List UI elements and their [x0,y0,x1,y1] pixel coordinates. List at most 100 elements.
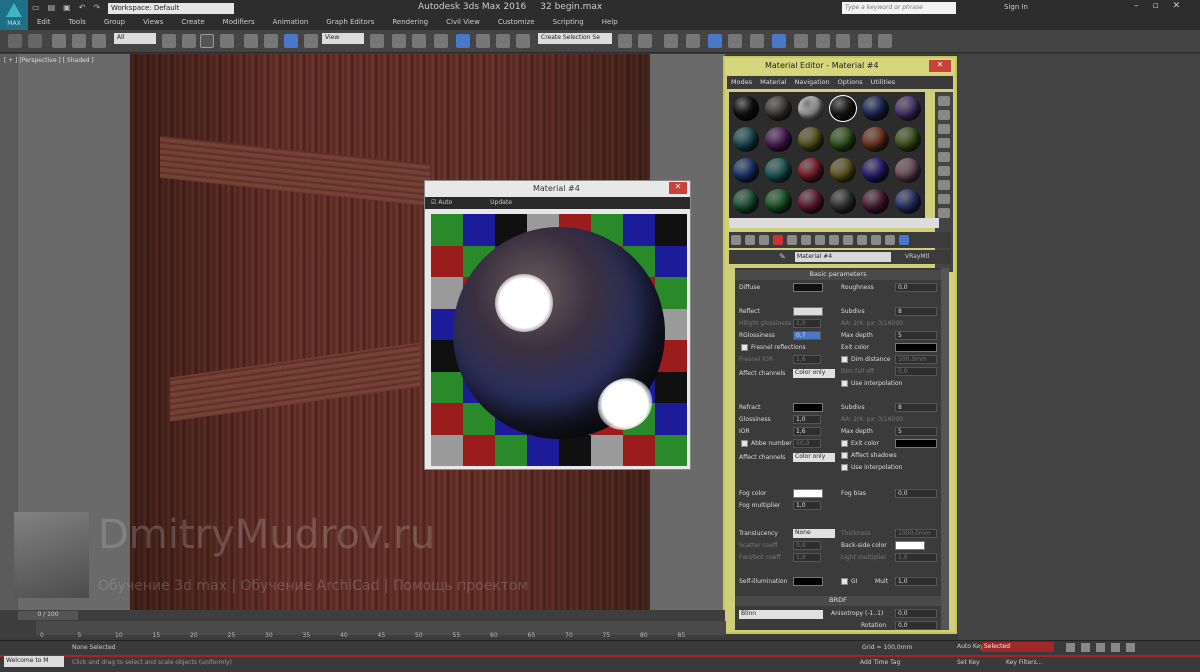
edit-named-selection-button[interactable] [516,34,530,48]
add-time-tag-button[interactable]: Add Time Tag [860,659,900,666]
hilight-glossiness-spinner[interactable]: 1,0 [793,319,821,328]
parameters-scrollbar[interactable] [941,268,949,630]
workspace-dropdown[interactable]: Workspace: Default [108,3,234,14]
preview-title-bar[interactable]: Material #4 ✕ [425,181,690,197]
app-logo-button[interactable]: MAX [0,0,28,30]
self-illum-mult-spinner[interactable]: 1,0 [895,577,937,586]
sample-type-icon[interactable] [938,96,950,106]
key-set-dropdown[interactable]: Selected [982,642,1054,652]
refract-exit-checkbox[interactable] [841,440,848,447]
menu-create[interactable]: Create [172,16,213,30]
update-button[interactable]: Update [490,199,512,206]
refract-subdivs-spinner[interactable]: 8 [895,403,937,412]
render-setup-button[interactable] [772,34,786,48]
render-production-button[interactable] [816,34,830,48]
schematic-view-button[interactable] [728,34,742,48]
menu-customize[interactable]: Customize [489,16,544,30]
set-key-button[interactable]: Set Key [957,659,980,666]
light-multiplier-spinner[interactable]: 1,0 [895,553,937,562]
search-input[interactable]: Type a keyword or phrase [842,2,956,14]
reflect-exit-swatch[interactable] [895,343,937,352]
reference-coordinate-dropdown[interactable]: View [322,33,364,44]
editor-menu-material[interactable]: Material [756,76,790,89]
open-file-icon[interactable]: ▤ [48,3,56,12]
select-by-material-icon[interactable] [938,194,950,204]
scale-button[interactable] [284,34,298,48]
material-slot[interactable] [894,189,921,214]
scatter-coeff-spinner[interactable]: 0,0 [793,541,821,550]
unlink-button[interactable] [72,34,86,48]
new-file-icon[interactable]: ▭ [32,3,40,12]
material-slot[interactable] [894,127,921,152]
refract-maxdepth-spinner[interactable]: 5 [895,427,937,436]
dim-falloff-spinner[interactable]: 0,0 [895,367,937,376]
time-slider[interactable]: 0 / 100 [18,611,78,620]
keyboard-shortcut-button[interactable] [412,34,426,48]
auto-update-checkbox[interactable]: ☑ Auto [431,199,470,206]
make-preview-icon[interactable] [938,166,950,176]
reflect-interp-checkbox[interactable] [841,380,848,387]
editor-menu-options[interactable]: Options [834,76,867,89]
material-type-button[interactable]: VRayMtl [905,253,930,260]
menu-help[interactable]: Help [593,16,627,30]
material-slot[interactable] [765,158,792,183]
go-forward-sibling-icon[interactable] [885,235,895,245]
editor-close-icon[interactable]: ✕ [929,60,951,72]
rotation-spinner[interactable]: 0,0 [895,621,937,630]
rglossiness-spinner[interactable]: 0,7 [793,331,821,340]
material-slot[interactable] [797,158,824,183]
redo-button[interactable] [28,34,42,48]
menu-animation[interactable]: Animation [264,16,318,30]
editor-title-bar[interactable]: Material Editor - Material #4 ✕ [725,58,955,75]
material-slot[interactable] [830,127,857,152]
self-illumination-swatch[interactable] [793,577,823,586]
named-selection-dropdown[interactable]: Create Selection Se [538,33,612,44]
viewport-label[interactable]: [ + ] [Perspective ] [ Shaded ] [4,57,94,64]
affect-shadows-checkbox[interactable] [841,452,848,459]
abbe-checkbox[interactable] [741,440,748,447]
material-slot[interactable] [797,96,824,121]
mirror-button[interactable] [618,34,632,48]
goto-start-icon[interactable] [1066,643,1075,652]
brdf-header[interactable]: BRDF [735,596,941,606]
refract-affect-dropdown[interactable]: Color only [793,453,835,462]
save-icon[interactable]: ▣ [63,3,71,12]
anisotropy-spinner[interactable]: 0,0 [895,609,937,618]
gi-checkbox[interactable] [841,578,848,585]
material-slot[interactable] [733,189,760,214]
uv-tiling-icon[interactable] [938,138,950,148]
undo-button[interactable] [8,34,22,48]
backside-color-swatch[interactable] [895,541,925,550]
select-manipulate-button[interactable] [392,34,406,48]
spinner-snap-button[interactable] [496,34,510,48]
abbe-spinner[interactable]: 50,0 [793,439,821,448]
go-to-parent-icon[interactable] [871,235,881,245]
fog-multiplier-spinner[interactable]: 1,0 [793,501,821,510]
close-icon[interactable]: ✕ [1173,1,1181,11]
window-crossing-button[interactable] [220,34,234,48]
align-button[interactable] [638,34,652,48]
material-slot[interactable] [828,95,858,122]
material-slot[interactable] [862,158,889,183]
translucency-dropdown[interactable]: None [793,529,835,538]
slots-scrollbar[interactable] [729,218,939,228]
rect-selection-button[interactable] [200,34,214,48]
selection-filter-dropdown[interactable]: All [114,33,156,44]
refract-swatch[interactable] [793,403,823,412]
show-end-result-icon[interactable] [857,235,867,245]
editor-menu-navigation[interactable]: Navigation [791,76,834,89]
thickness-spinner[interactable]: 1000,0mm [895,529,937,538]
put-to-library-icon[interactable] [815,235,825,245]
roughness-spinner[interactable]: 0,0 [895,283,937,292]
undo-icon[interactable]: ↶ [79,3,86,12]
reflect-maxdepth-spinner[interactable]: 5 [895,331,937,340]
reset-map-icon[interactable] [773,235,783,245]
menu-graph-editors[interactable]: Graph Editors [317,16,383,30]
assign-material-icon[interactable] [759,235,769,245]
refract-exit-swatch[interactable] [895,439,937,448]
material-slot[interactable] [830,189,857,214]
copy-material-icon[interactable] [787,235,797,245]
curve-editor-button[interactable] [708,34,722,48]
placement-button[interactable] [304,34,318,48]
menu-modifiers[interactable]: Modifiers [214,16,264,30]
